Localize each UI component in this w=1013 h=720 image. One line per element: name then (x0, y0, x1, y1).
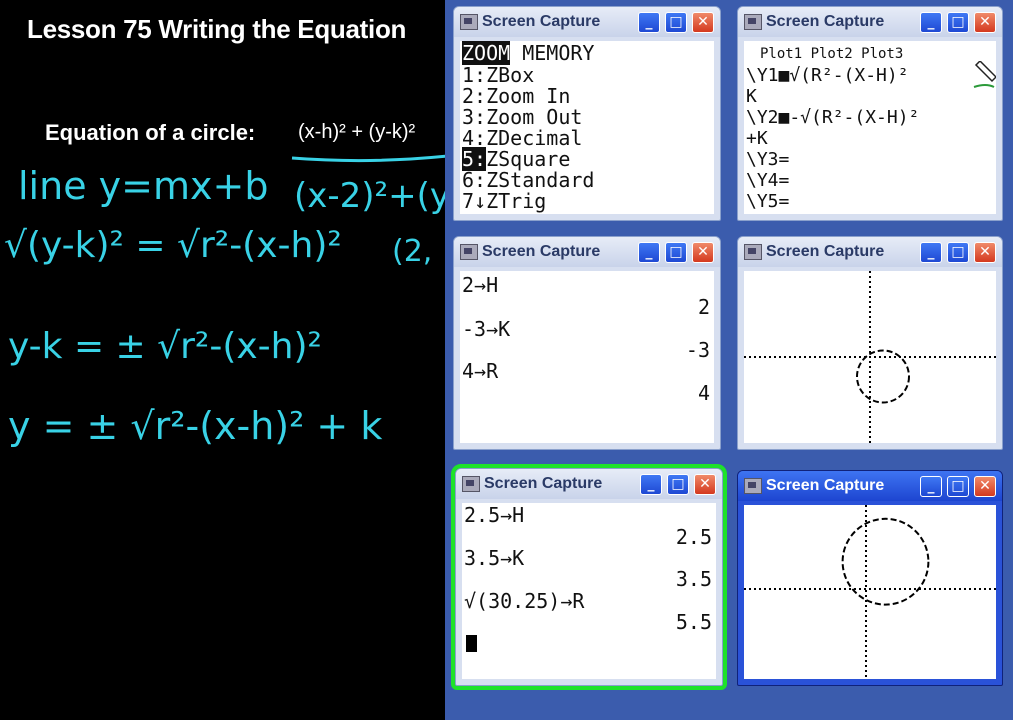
close-button[interactable]: ✕ (974, 12, 996, 33)
lcd-line: 1:ZBox (462, 63, 535, 87)
close-button[interactable]: ✕ (692, 242, 714, 263)
desktop: Screen Capture _ □ ✕ ZOOM MEMORY 1:ZBox … (445, 0, 1013, 720)
plot-header: Plot1 Plot2 Plot3 (760, 46, 904, 62)
lcd-line: 5:ZSquare (462, 147, 571, 171)
close-button[interactable]: ✕ (694, 474, 716, 495)
screen-capture-y-editor[interactable]: Screen Capture _ □ ✕ Plot1 Plot2 Plot3 \… (737, 6, 1003, 221)
handwritten-circle-equation: (x-2)²+(y (294, 176, 445, 216)
lcd-line: -3→K (462, 317, 511, 341)
camera-icon (744, 478, 762, 494)
screen-capture-zoom-menu[interactable]: Screen Capture _ □ ✕ ZOOM MEMORY 1:ZBox … (453, 6, 721, 221)
lcd-result: 3.5 (675, 567, 712, 591)
graph-plot-1 (744, 271, 996, 443)
close-button[interactable]: ✕ (974, 476, 996, 497)
graph-plot-2 (744, 505, 996, 679)
lcd-result: 4 (697, 381, 710, 405)
y2-entry: \Y2■-√(R²-(X-H)² (746, 107, 920, 128)
maximize-button[interactable]: □ (947, 476, 969, 497)
title-bar[interactable]: Screen Capture _ □ ✕ (738, 7, 1002, 37)
lesson-title: Lesson 75 Writing the Equation (27, 14, 407, 44)
y5-entry: \Y5= (746, 191, 790, 212)
screen-capture-graph-2[interactable]: Screen Capture _ □ ✕ (737, 470, 1003, 686)
lcd-line: ZOOM MEMORY (462, 41, 595, 65)
screen-capture-graph-1[interactable]: Screen Capture _ □ ✕ (737, 236, 1003, 450)
minimize-button[interactable]: _ (920, 242, 942, 263)
title-bar[interactable]: Screen Capture _ □ ✕ (738, 237, 1002, 267)
minimize-button[interactable]: _ (638, 12, 660, 33)
y3-entry: \Y3= (746, 149, 790, 170)
window-title: Screen Capture (766, 13, 885, 30)
lcd-line: 6:ZStandard (462, 168, 595, 192)
lcd-line: 2:Zoom In (462, 84, 571, 108)
window-title: Screen Capture (484, 475, 603, 492)
y2-entry-cont: +K (746, 128, 768, 149)
y4-entry: \Y4= (746, 170, 790, 191)
lcd-line: √(30.25)→R (464, 589, 585, 613)
lesson-board: Lesson 75 Writing the Equation Equation … (0, 0, 445, 720)
lcd-result: 2.5 (675, 525, 712, 549)
lcd-line: 3:Zoom Out (462, 105, 583, 129)
title-bar[interactable]: Screen Capture _ □ ✕ (454, 7, 720, 37)
lcd-result: 2 (697, 295, 710, 319)
lcd-line: 3.5→K (464, 546, 525, 570)
maximize-button[interactable]: □ (665, 242, 687, 263)
camera-icon (460, 244, 478, 260)
maximize-button[interactable]: □ (665, 12, 687, 33)
minimize-button[interactable]: _ (640, 474, 662, 495)
maximize-button[interactable]: □ (667, 474, 689, 495)
title-bar[interactable]: Screen Capture _ □ ✕ (456, 469, 722, 499)
calculator-screen: 2.5→H 2.5 3.5→K 3.5 √(30.25)→R 5.5 (462, 503, 716, 679)
graph-screen (744, 505, 996, 679)
handwritten-yk-equation: y-k = ± √r²-(x-h)² (8, 326, 322, 367)
circle-curve (856, 349, 910, 404)
formula-underline (291, 154, 445, 163)
handwritten-sqrt-equation: √(y-k)² = √r²-(x-h)² (4, 225, 342, 266)
lcd-result: 5.5 (675, 610, 712, 634)
calculator-screen: ZOOM MEMORY 1:ZBox 2:Zoom In 3:Zoom Out … (460, 41, 714, 214)
zoom-tab: ZOOM (462, 41, 511, 65)
maximize-button[interactable]: □ (947, 242, 969, 263)
close-button[interactable]: ✕ (974, 242, 996, 263)
y1-entry: \Y1■√(R²-(X-H)² (746, 65, 909, 86)
close-button[interactable]: ✕ (692, 12, 714, 33)
lcd-line: 2→H (462, 273, 499, 297)
equation-formula: (x-h)² + (y-k)² (298, 121, 416, 143)
lcd-line: 7↓ZTrig (462, 189, 547, 213)
circle-curve (841, 517, 930, 606)
calculator-screen: Plot1 Plot2 Plot3 \Y1■√(R²-(X-H)² K \Y2■… (744, 41, 996, 214)
window-title: Screen Capture (482, 13, 601, 30)
text-cursor (466, 635, 477, 652)
minimize-button[interactable]: _ (920, 476, 942, 497)
screen-capture-store-values-2[interactable]: Screen Capture _ □ ✕ 2.5→H 2.5 3.5→K 3.5… (451, 464, 727, 690)
camera-icon (744, 244, 762, 260)
lcd-line: 2.5→H (464, 503, 525, 527)
window-title: Screen Capture (482, 243, 601, 260)
lcd-line: 4→R (462, 359, 499, 383)
title-bar[interactable]: Screen Capture _ □ ✕ (738, 471, 1002, 501)
camera-icon (744, 14, 762, 30)
lcd-result: -3 (685, 338, 710, 362)
minimize-button[interactable]: _ (638, 242, 660, 263)
camera-icon (462, 476, 480, 492)
handwritten-line-equation: line y=mx+b (18, 164, 269, 208)
handwritten-point: (2, (392, 234, 433, 269)
camera-icon (460, 14, 478, 30)
handwritten-y-equation: y = ± √r²-(x-h)² + k (8, 404, 383, 448)
screen-capture-store-values-1[interactable]: Screen Capture _ □ ✕ 2→H 2 -3→K -3 4→R 4 (453, 236, 721, 450)
equation-label: Equation of a circle: (45, 120, 256, 145)
pen-cursor-icon (973, 61, 996, 88)
window-title: Screen Capture (766, 243, 885, 260)
maximize-button[interactable]: □ (947, 12, 969, 33)
minimize-button[interactable]: _ (920, 12, 942, 33)
graph-screen (744, 271, 996, 443)
calculator-screen: 2→H 2 -3→K -3 4→R 4 (460, 271, 714, 443)
lcd-line: 4:ZDecimal (462, 126, 583, 150)
title-bar[interactable]: Screen Capture _ □ ✕ (454, 237, 720, 267)
window-title: Screen Capture (766, 477, 885, 494)
y1-entry-cont: K (746, 86, 757, 107)
